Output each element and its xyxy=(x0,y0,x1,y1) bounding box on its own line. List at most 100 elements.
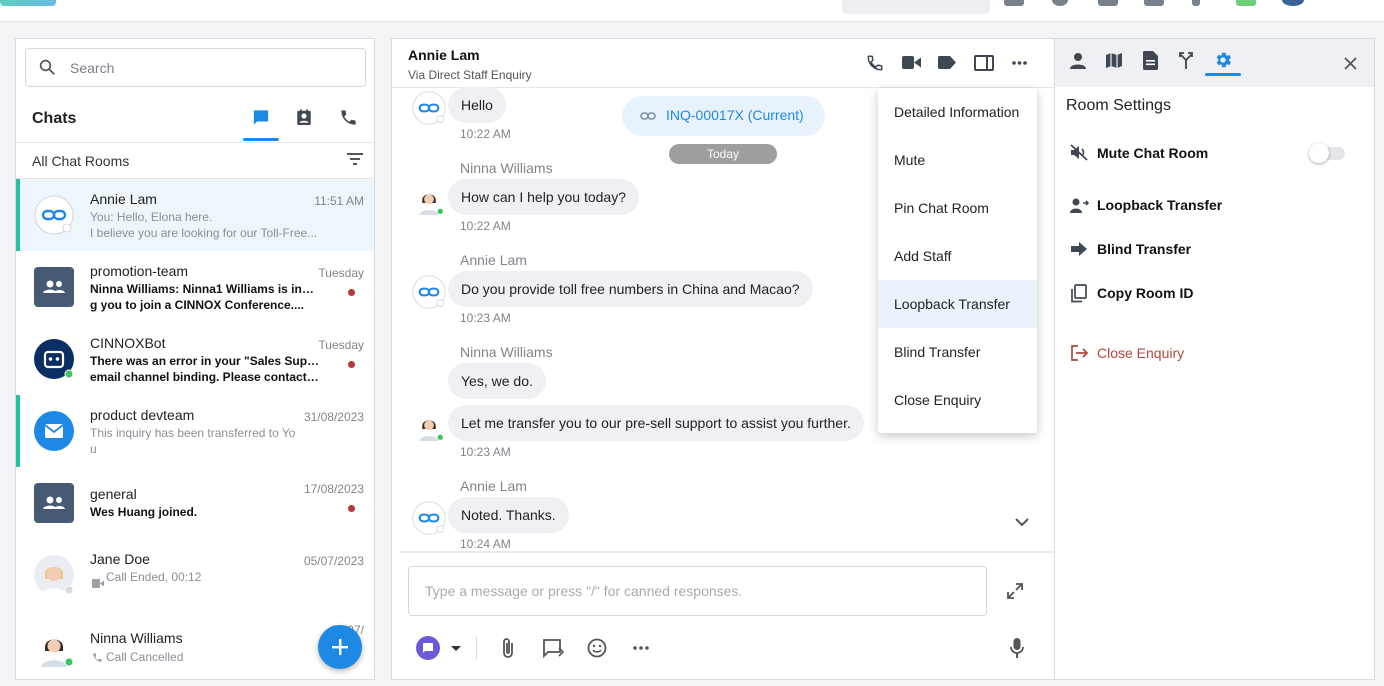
link-avatar-icon xyxy=(34,195,74,235)
person-icon[interactable] xyxy=(1070,52,1086,69)
loopback-transfer-icon xyxy=(1070,198,1089,213)
close-icon[interactable] xyxy=(1344,57,1357,70)
expand-icon[interactable] xyxy=(1006,582,1024,600)
avatar xyxy=(414,411,444,441)
active-indicator xyxy=(16,179,20,251)
channel-selector-icon[interactable] xyxy=(416,636,440,660)
chat-bubble-icon[interactable] xyxy=(251,108,271,127)
merge-icon[interactable] xyxy=(1178,51,1194,69)
chat-item-product-devteam[interactable]: product devteam 31/08/2023 This inquiry … xyxy=(16,395,374,467)
menu-item-add-staff[interactable]: Add Staff xyxy=(878,232,1037,280)
panel-title: Room Settings xyxy=(1066,97,1171,114)
microphone-icon[interactable] xyxy=(1010,637,1024,659)
divider xyxy=(400,551,1054,553)
message-sender: Ninna Williams xyxy=(460,160,553,176)
mute-chat-room-label: Mute Chat Room xyxy=(1097,145,1209,161)
message-sender: Ninna Williams xyxy=(460,344,553,360)
chat-list-panel: Search Chats All Chat Rooms Annie Lam 11… xyxy=(15,38,375,680)
message-input[interactable]: Type a message or press "/" for canned r… xyxy=(408,566,987,616)
side-panel-icon[interactable] xyxy=(974,55,994,71)
chat-name: general xyxy=(90,486,137,502)
message-time: 10:24 AM xyxy=(460,537,511,551)
chat-time: Tuesday xyxy=(318,266,364,280)
panel-tabs xyxy=(1055,39,1374,87)
message-bubble: Let me transfer you to our pre-sell supp… xyxy=(448,405,864,441)
video-call-icon[interactable] xyxy=(902,55,921,70)
menu-item-mute[interactable]: Mute xyxy=(878,136,1037,184)
menu-item-blind-transfer[interactable]: Blind Transfer xyxy=(878,328,1037,376)
dialpad-icon[interactable] xyxy=(1192,0,1200,6)
tag-icon[interactable] xyxy=(938,56,956,69)
avatar xyxy=(34,555,74,595)
unread-dot xyxy=(348,289,355,296)
call-status: Call Ended, 00:12 xyxy=(106,570,202,584)
close-enquiry-option[interactable]: Close Enquiry xyxy=(1097,345,1184,361)
chat-item-general[interactable]: general 17/08/2023 Wes Huang joined. xyxy=(16,467,374,539)
message-time: 10:23 AM xyxy=(460,311,511,325)
top-tab[interactable] xyxy=(842,0,990,14)
active-indicator xyxy=(16,395,20,467)
menu-item-detailed-information[interactable]: Detailed Information xyxy=(878,88,1037,136)
gear-icon[interactable] xyxy=(1213,50,1233,70)
document-icon[interactable] xyxy=(1143,51,1158,70)
top-bar xyxy=(0,0,1384,22)
chat-item-annie-lam[interactable]: Annie Lam 11:51 AM You: Hello, Elona her… xyxy=(16,179,374,251)
blind-transfer-option[interactable]: Blind Transfer xyxy=(1097,241,1191,257)
message-input-placeholder: Type a message or press "/" for canned r… xyxy=(425,583,743,599)
more-options-icon[interactable] xyxy=(1012,61,1027,65)
status-icon[interactable] xyxy=(1052,0,1068,6)
message-bubble: Noted. Thanks. xyxy=(448,497,569,533)
menu-item-loopback-transfer[interactable]: Loopback Transfer xyxy=(878,280,1037,328)
inquiry-pill[interactable]: INQ-00017X (Current) xyxy=(622,96,825,136)
phone-settings-icon[interactable] xyxy=(1004,0,1024,6)
new-chat-button[interactable] xyxy=(318,625,362,669)
canned-response-icon[interactable] xyxy=(542,638,564,658)
message-bubble: Yes, we do. xyxy=(448,363,546,399)
unread-dot xyxy=(348,361,355,368)
avatar[interactable] xyxy=(1282,0,1304,6)
group-icon xyxy=(34,267,74,307)
search-input[interactable]: Search xyxy=(25,48,366,87)
arrow-right-icon xyxy=(1071,242,1087,256)
map-icon[interactable] xyxy=(1105,52,1123,69)
menu-item-close-enquiry[interactable]: Close Enquiry xyxy=(878,376,1037,424)
search-placeholder: Search xyxy=(70,60,115,76)
attachment-icon[interactable] xyxy=(500,637,516,659)
chat-item-cinnoxbot[interactable]: CINNOXBot Tuesday There was an error in … xyxy=(16,323,374,395)
copy-room-id-option[interactable]: Copy Room ID xyxy=(1097,285,1193,301)
message-sender: Annie Lam xyxy=(460,252,527,268)
signal-icon xyxy=(1236,0,1256,6)
mute-toggle-knob[interactable] xyxy=(1309,143,1329,163)
message-sender: Annie Lam xyxy=(460,478,527,494)
menu-item-pin-chat-room[interactable]: Pin Chat Room xyxy=(878,184,1037,232)
caret-down-icon[interactable] xyxy=(450,645,462,652)
chevron-down-icon[interactable] xyxy=(1015,518,1029,527)
room-settings-panel: Room Settings Mute Chat Room Loopback Tr… xyxy=(1054,38,1375,680)
inquiry-id: INQ-00017X (Current) xyxy=(666,107,804,123)
inbox-icon[interactable] xyxy=(1098,0,1118,6)
chat-options-menu: Detailed Information Mute Pin Chat Room … xyxy=(878,88,1037,433)
more-options-icon[interactable] xyxy=(633,646,649,650)
chat-preview: u xyxy=(90,442,97,456)
exit-icon xyxy=(1071,345,1088,361)
message-time: 10:23 AM xyxy=(460,445,511,459)
chat-time: 11:51 AM xyxy=(314,194,364,208)
voice-call-icon[interactable] xyxy=(866,54,884,72)
chat-item-promotion-team[interactable]: promotion-team Tuesday Ninna Williams: N… xyxy=(16,251,374,323)
bot-avatar-icon xyxy=(34,339,74,379)
chat-preview: g you to join a CINNOX Conference.... xyxy=(90,298,305,312)
emoji-icon[interactable] xyxy=(587,638,607,658)
phone-icon[interactable] xyxy=(339,108,358,127)
loopback-transfer-option[interactable]: Loopback Transfer xyxy=(1097,197,1222,213)
group-icon xyxy=(34,483,74,523)
filter-icon[interactable] xyxy=(347,152,363,166)
video-call-icon xyxy=(92,579,104,588)
link-avatar-icon xyxy=(412,501,446,535)
calendar-icon[interactable] xyxy=(1144,0,1164,6)
link-avatar-icon xyxy=(412,91,446,125)
email-avatar-icon xyxy=(34,411,74,451)
avatar xyxy=(34,627,74,667)
contacts-icon[interactable] xyxy=(295,108,313,127)
chat-time: Tuesday xyxy=(318,338,364,352)
chat-item-jane-doe[interactable]: Jane Doe 05/07/2023 Call Ended, 00:12 xyxy=(16,539,374,611)
